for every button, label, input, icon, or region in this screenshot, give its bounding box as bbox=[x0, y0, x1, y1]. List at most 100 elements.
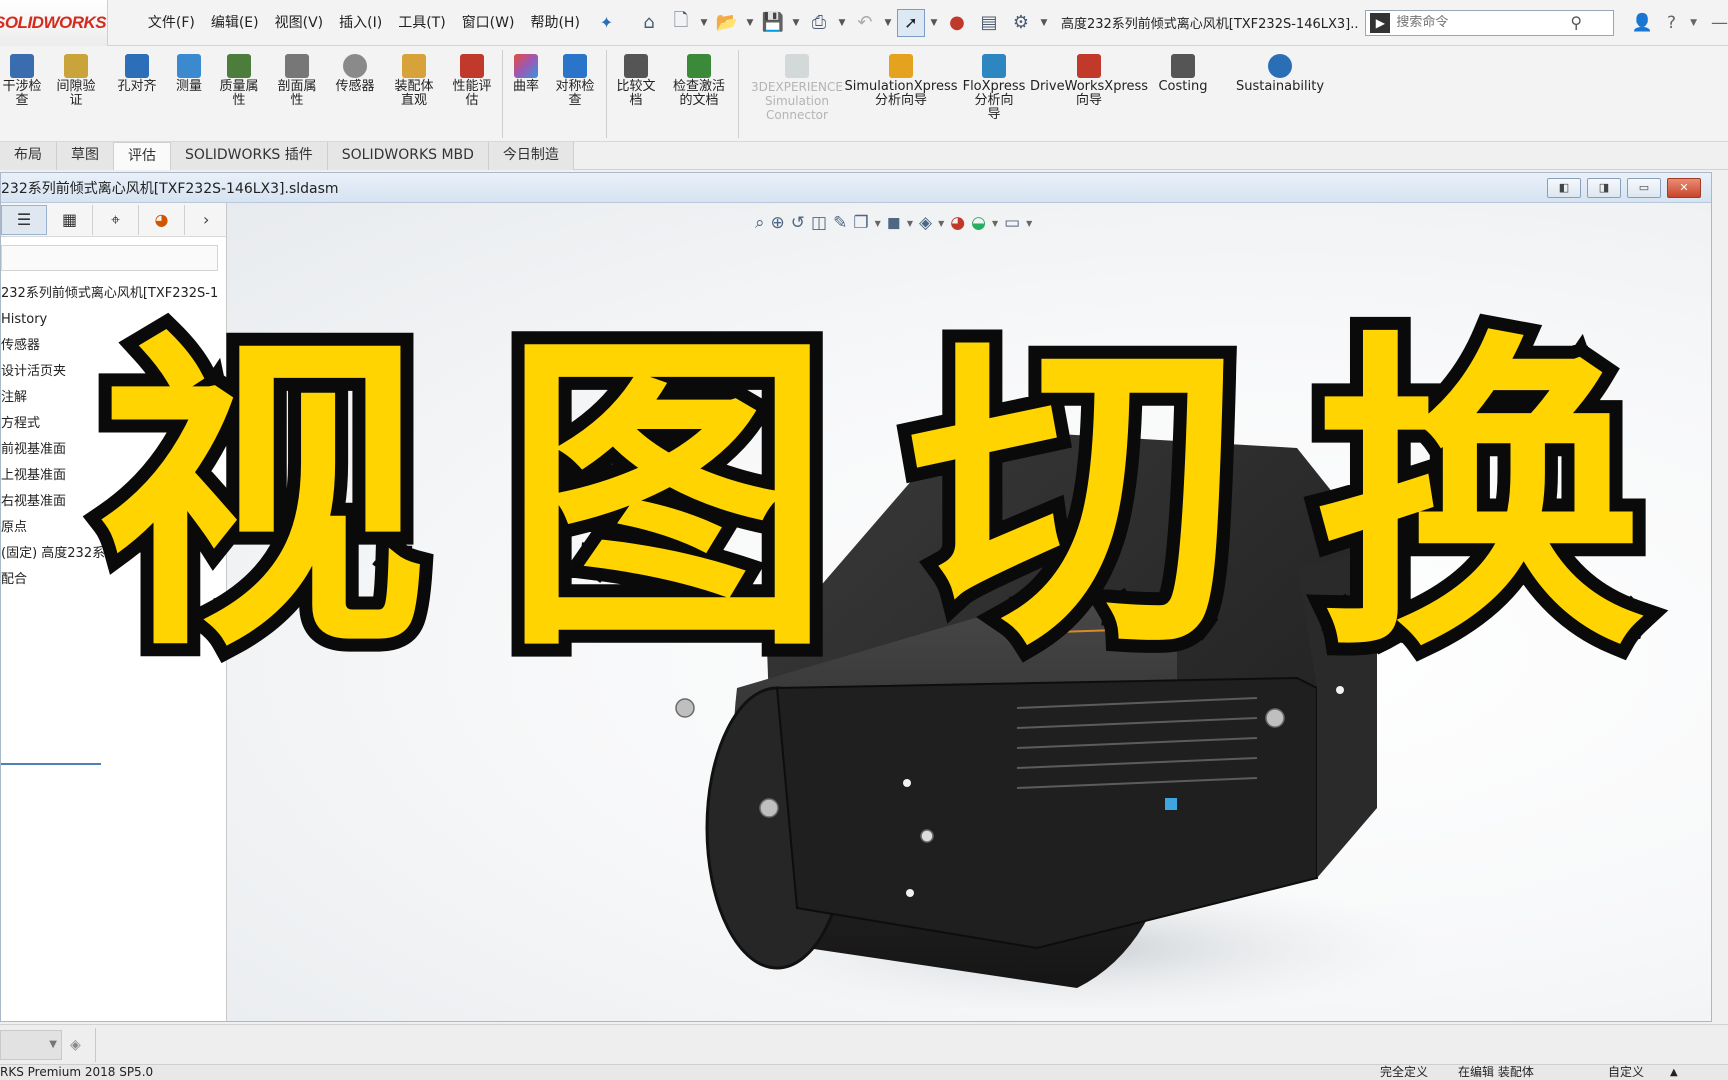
tree-item-root-assembly[interactable]: 232系列前倾式离心风机[TXF232S-1 bbox=[1, 281, 226, 307]
floxpress-button[interactable]: FloXpress 分析向 导 bbox=[960, 54, 1028, 122]
chevron-down-icon[interactable]: ▼ bbox=[883, 18, 893, 28]
sustainability-button[interactable]: Sustainability bbox=[1232, 54, 1328, 94]
menu-insert[interactable]: 插入(I) bbox=[331, 0, 390, 46]
chevron-down-icon[interactable]: ▼ bbox=[875, 219, 881, 228]
check-active-document-button[interactable]: 检查激活 的文档 bbox=[668, 54, 730, 108]
zoom-to-fit-icon[interactable]: ⌕ bbox=[755, 213, 765, 233]
chevron-down-icon[interactable]: ▼ bbox=[929, 18, 939, 28]
chevron-right-icon[interactable]: › bbox=[203, 210, 209, 229]
property-manager-icon[interactable]: ▦ bbox=[47, 204, 93, 235]
symmetry-check-button[interactable]: 对称检 查 bbox=[550, 54, 600, 108]
save-icon[interactable]: 💾 bbox=[759, 9, 787, 37]
driveworksxpress-icon bbox=[1077, 54, 1101, 78]
select-cursor-icon[interactable]: ➚ bbox=[896, 8, 925, 37]
open-folder-icon[interactable]: 📂 bbox=[713, 9, 741, 37]
logo-text: SOLIDWORKS bbox=[0, 12, 107, 32]
display-style-icon[interactable]: ◼ bbox=[887, 213, 901, 233]
restore-left-icon[interactable]: ◧ bbox=[1547, 178, 1581, 198]
feature-tree-icon[interactable]: ☰ bbox=[1, 204, 47, 235]
edit-appearance-icon[interactable]: ◕ bbox=[950, 213, 965, 233]
floxpress-icon bbox=[982, 54, 1006, 78]
clearance-verification-button[interactable]: 间隙验 证 bbox=[54, 54, 98, 108]
chevron-down-icon[interactable]: ▼ bbox=[1026, 219, 1032, 228]
user-icon[interactable]: 👤 bbox=[1632, 13, 1653, 33]
appearance-manager-icon[interactable]: ◕ bbox=[139, 204, 185, 235]
simulationxpress-icon bbox=[889, 54, 913, 78]
menu-file[interactable]: 文件(F) bbox=[140, 0, 203, 46]
costing-button[interactable]: Costing bbox=[1154, 54, 1212, 94]
chevron-down-icon[interactable]: ▼ bbox=[791, 18, 801, 28]
assembly-visualization-button[interactable]: 装配体 直观 bbox=[388, 54, 440, 108]
chevron-down-icon[interactable]: ▼ bbox=[745, 18, 755, 28]
solidworks-logo[interactable]: SOLIDWORKS bbox=[0, 0, 108, 46]
3dexperience-simulation-connector-button[interactable]: 3DEXPERIENCE Simulation Connector bbox=[744, 54, 850, 122]
print-icon[interactable]: ⎙ bbox=[805, 9, 833, 37]
search-input[interactable] bbox=[1396, 15, 1567, 30]
compare-documents-button[interactable]: 比较文 档 bbox=[612, 54, 660, 108]
tab-layout[interactable]: 布局 bbox=[0, 142, 57, 170]
mass-properties-button[interactable]: 质量属 性 bbox=[214, 54, 264, 108]
chevron-up-icon[interactable]: ▲ bbox=[1670, 1065, 1678, 1080]
zoom-to-area-icon[interactable]: ⊕ bbox=[771, 213, 785, 233]
close-icon[interactable]: ✕ bbox=[1667, 178, 1701, 198]
dynamic-annotation-icon[interactable]: ✎ bbox=[833, 213, 847, 233]
chevron-down-icon[interactable]: ▼ bbox=[907, 219, 913, 228]
section-view-icon[interactable]: ◫ bbox=[811, 213, 827, 233]
measure-button[interactable]: 测量 bbox=[168, 54, 210, 94]
tab-solidworks-addins[interactable]: SOLIDWORKS 插件 bbox=[171, 142, 328, 170]
tree-rollback-bar[interactable] bbox=[1, 763, 101, 765]
options-gear-icon[interactable]: ⚙ bbox=[1007, 9, 1035, 37]
menu-edit[interactable]: 编辑(E) bbox=[203, 0, 267, 46]
chevron-down-icon[interactable]: ▼ bbox=[837, 18, 847, 28]
sheet-combo[interactable]: ▼ bbox=[0, 1029, 62, 1060]
performance-evaluation-button[interactable]: 性能评 估 bbox=[446, 54, 498, 108]
driveworksxpress-button[interactable]: DriveWorksXpress 向导 bbox=[1030, 54, 1148, 108]
interference-icon bbox=[10, 54, 34, 78]
tab-solidworks-mbd[interactable]: SOLIDWORKS MBD bbox=[327, 142, 489, 170]
new-document-icon[interactable]: 🗋 bbox=[667, 9, 695, 37]
chevron-down-icon[interactable]: ▼ bbox=[938, 219, 944, 228]
command-search[interactable]: ▶ ⚲ bbox=[1365, 9, 1614, 36]
home-icon[interactable]: ⌂ bbox=[635, 9, 663, 37]
undo-icon[interactable]: ↶ bbox=[851, 9, 879, 37]
menu-tools[interactable]: 工具(T) bbox=[390, 0, 453, 46]
chevron-down-icon[interactable]: ▼ bbox=[1039, 18, 1049, 28]
view-settings-icon[interactable]: ▭ bbox=[1004, 213, 1020, 233]
pin-icon[interactable]: ✦ bbox=[594, 13, 619, 32]
units-system-selector[interactable]: 自定义 bbox=[1608, 1065, 1644, 1080]
search-icon[interactable]: ⚲ bbox=[1570, 13, 1582, 32]
hide-show-items-icon[interactable]: ◈ bbox=[919, 213, 932, 233]
chevron-down-icon[interactable]: ▼ bbox=[1690, 18, 1697, 28]
hole-alignment-button[interactable]: 孔对齐 bbox=[112, 54, 162, 94]
traffic-light-icon[interactable]: ● bbox=[943, 9, 971, 37]
tile-icon[interactable]: ◨ bbox=[1587, 178, 1621, 198]
minimize-icon[interactable]: — bbox=[1711, 13, 1728, 33]
menu-help[interactable]: 帮助(H) bbox=[522, 0, 587, 46]
interference-detection-button[interactable]: 干涉检 查 bbox=[0, 54, 44, 108]
tab-evaluate[interactable]: 评估 bbox=[114, 142, 171, 170]
view-orientation-icon[interactable]: ❐ bbox=[853, 213, 868, 233]
apply-scene-icon[interactable]: ◒ bbox=[971, 213, 986, 233]
status-editing-assembly: 在编辑 装配体 bbox=[1458, 1065, 1534, 1079]
file-properties-icon[interactable]: ▤ bbox=[975, 9, 1003, 37]
previous-view-icon[interactable]: ↺ bbox=[791, 213, 805, 233]
tag-icon[interactable]: ◈ bbox=[70, 1037, 81, 1053]
section-properties-button[interactable]: 剖面属 性 bbox=[272, 54, 322, 108]
help-icon[interactable]: ? bbox=[1667, 13, 1676, 33]
chevron-down-icon[interactable]: ▼ bbox=[699, 18, 709, 28]
menu-window[interactable]: 窗口(W) bbox=[454, 0, 523, 46]
sensor-button[interactable]: 传感器 bbox=[328, 54, 382, 94]
chevron-down-icon[interactable]: ▼ bbox=[992, 219, 998, 228]
costing-icon bbox=[1171, 54, 1195, 78]
simulationxpress-button[interactable]: SimulationXpress 分析向导 bbox=[845, 54, 958, 108]
tab-today-manufacturing[interactable]: 今日制造 bbox=[488, 142, 574, 170]
tab-sketch[interactable]: 草图 bbox=[57, 142, 114, 170]
command-manager: 干涉检 查 间隙验 证 孔对齐 测量 质量属 性 剖面属 性 传感器 装配体 直… bbox=[0, 46, 1728, 142]
curvature-button[interactable]: 曲率 bbox=[508, 54, 544, 94]
main-menu: 文件(F) 编辑(E) 视图(V) 插入(I) 工具(T) 窗口(W) 帮助(H… bbox=[140, 0, 588, 46]
tree-filter-field[interactable] bbox=[1, 245, 218, 271]
configuration-manager-icon[interactable]: ⌖ bbox=[93, 204, 139, 235]
toolbar-divider bbox=[502, 50, 503, 138]
maximize-icon[interactable]: ▭ bbox=[1627, 178, 1661, 198]
menu-view[interactable]: 视图(V) bbox=[267, 0, 332, 46]
